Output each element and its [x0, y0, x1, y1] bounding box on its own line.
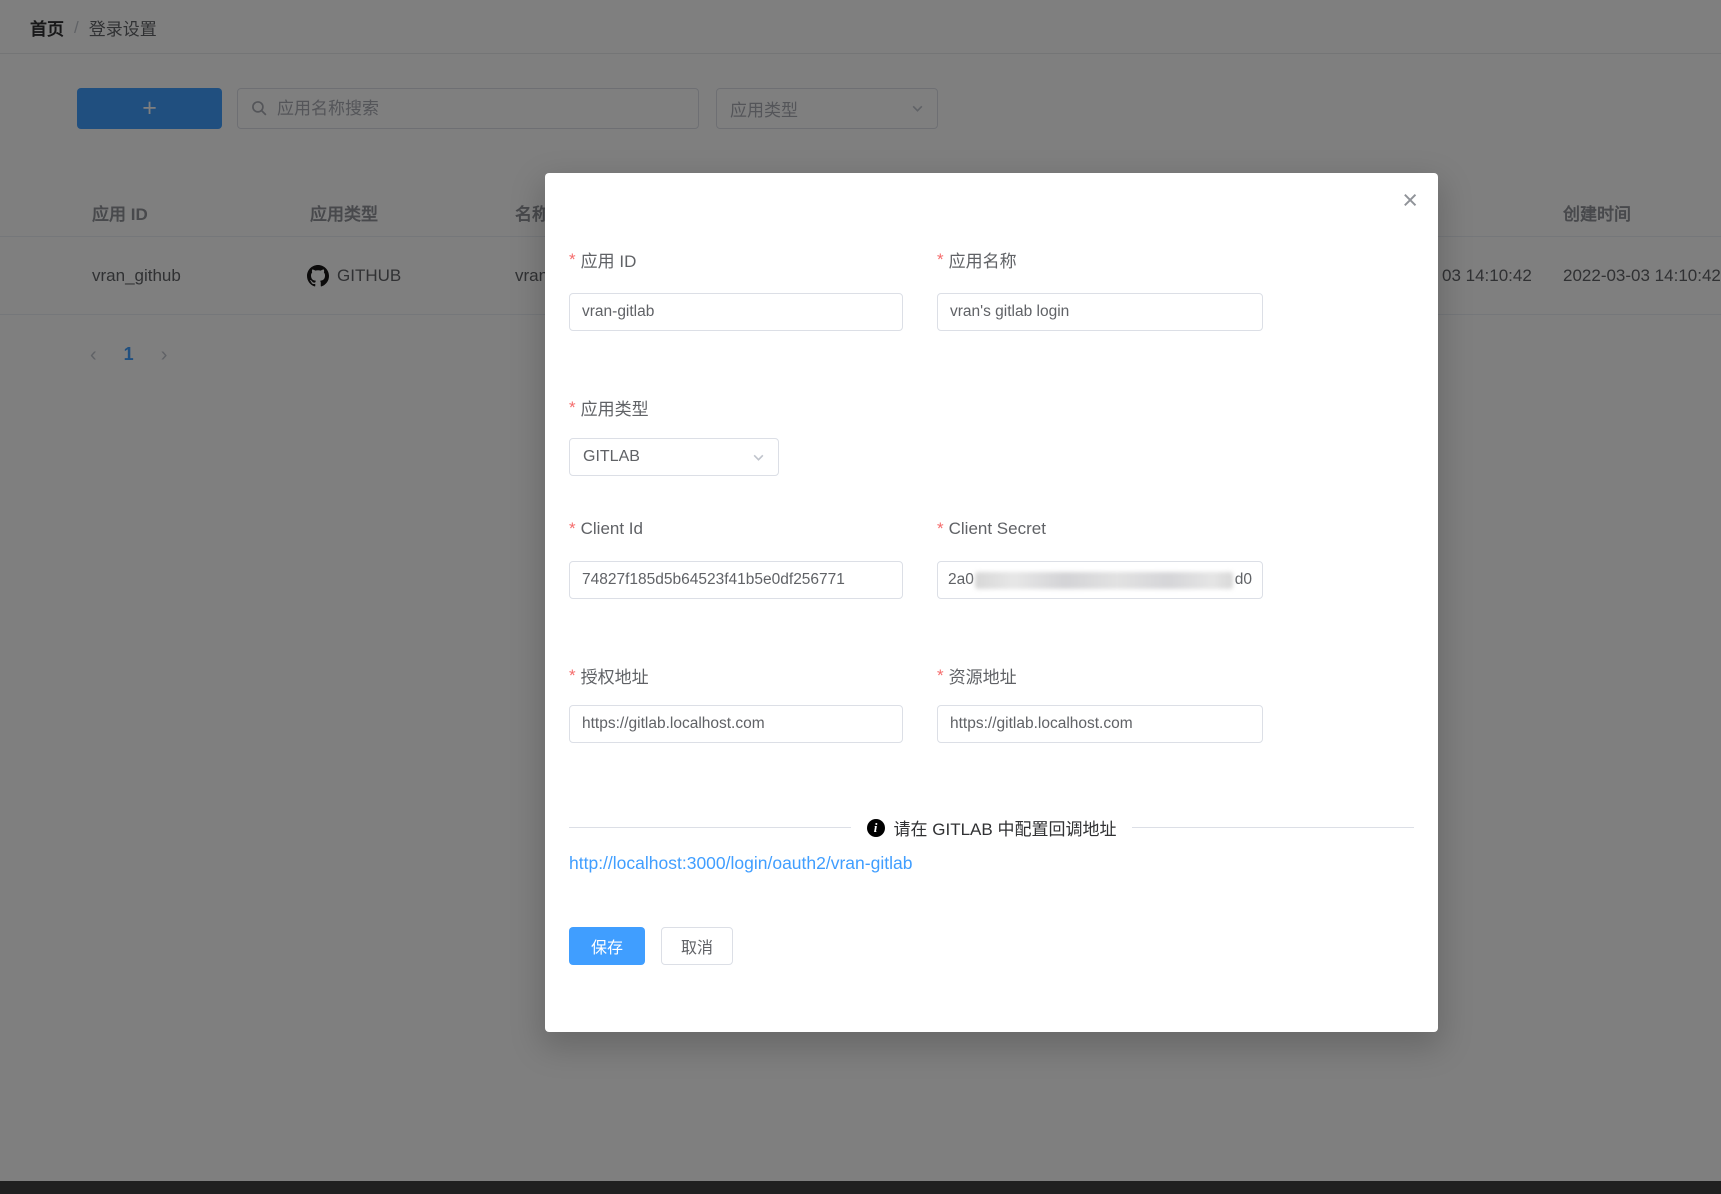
required-marker: *: [569, 519, 576, 539]
edit-application-dialog: × * 应用 ID * 应用名称 * 应用类型 GITLAB * Client …: [545, 173, 1438, 1032]
client-secret-visible-suffix: d0: [1235, 571, 1252, 589]
app-type-selected-value: GITLAB: [583, 448, 640, 466]
dialog-buttons: 保存 取消: [569, 927, 733, 965]
required-marker: *: [569, 398, 576, 418]
resource-url-field[interactable]: [937, 705, 1263, 743]
app-type-label: * 应用类型: [569, 395, 649, 420]
app-name-label: * 应用名称: [937, 247, 1017, 272]
callback-note-text: 请在 GITLAB 中配置回调地址: [894, 815, 1117, 840]
client-secret-field[interactable]: 2a0 d0: [937, 561, 1263, 599]
app-name-field[interactable]: [937, 293, 1263, 331]
required-marker: *: [569, 250, 576, 270]
required-marker: *: [937, 519, 944, 539]
cancel-button[interactable]: 取消: [661, 927, 733, 965]
client-secret-label: * Client Secret: [937, 519, 1046, 539]
chevron-down-icon: [752, 451, 765, 464]
auth-url-label: * 授权地址: [569, 663, 649, 688]
divider-line: [569, 827, 851, 828]
required-marker: *: [569, 666, 576, 686]
client-id-field[interactable]: [569, 561, 903, 599]
client-secret-redaction-blur: [975, 572, 1233, 589]
divider-line: [1132, 827, 1414, 828]
info-icon: i: [867, 819, 885, 837]
save-button[interactable]: 保存: [569, 927, 645, 965]
auth-url-field[interactable]: [569, 705, 903, 743]
client-id-label: * Client Id: [569, 519, 643, 539]
screen: 首页 / 登录设置 + 应用类型 应用 ID 应用类型 名称 创建时间: [0, 0, 1721, 1194]
callback-note-divider: i 请在 GITLAB 中配置回调地址: [569, 815, 1414, 840]
client-secret-visible-prefix: 2a0: [948, 571, 974, 589]
required-marker: *: [937, 666, 944, 686]
resource-url-label: * 资源地址: [937, 663, 1017, 688]
callback-note: i 请在 GITLAB 中配置回调地址: [867, 815, 1117, 840]
app-id-field[interactable]: [569, 293, 903, 331]
app-type-select[interactable]: GITLAB: [569, 438, 779, 476]
close-icon[interactable]: ×: [1402, 187, 1418, 214]
required-marker: *: [937, 250, 944, 270]
app-id-label: * 应用 ID: [569, 247, 636, 272]
callback-url-link[interactable]: http://localhost:3000/login/oauth2/vran-…: [569, 853, 912, 874]
